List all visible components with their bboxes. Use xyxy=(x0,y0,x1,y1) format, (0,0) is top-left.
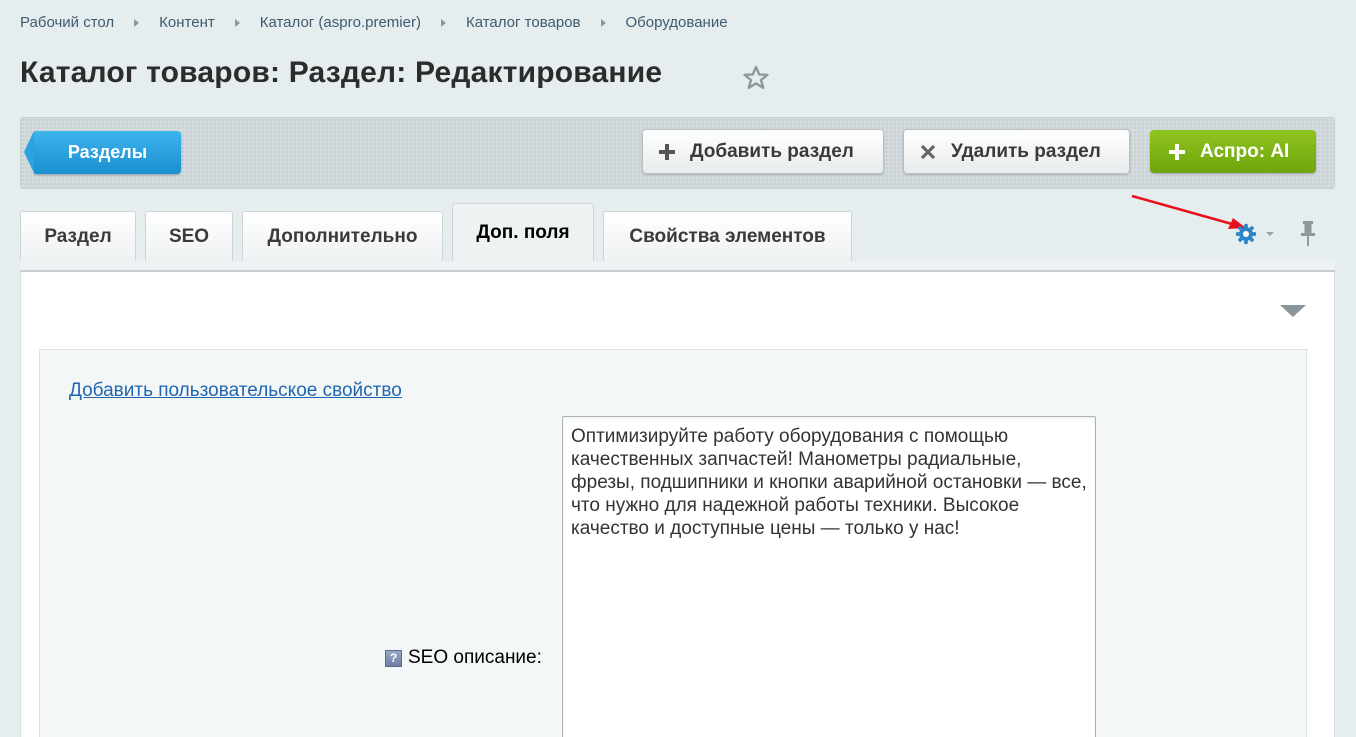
sections-button-label: Разделы xyxy=(67,142,148,162)
seo-description-label: ? SEO описание: xyxy=(385,647,542,669)
seo-description-textarea[interactable]: Оптимизируйте работу оборудования с помо… xyxy=(562,416,1096,737)
tab-section[interactable]: Раздел xyxy=(20,211,136,262)
delete-section-label: Удалить раздел xyxy=(951,140,1101,162)
breadcrumb-separator-icon xyxy=(600,18,606,27)
star-icon[interactable] xyxy=(742,64,770,92)
breadcrumb-item-equipment[interactable]: Оборудование xyxy=(626,14,728,31)
tab-label: Доп. поля xyxy=(476,222,570,243)
tab-element-properties[interactable]: Свойства элементов xyxy=(603,211,852,262)
delete-section-button[interactable]: Удалить раздел xyxy=(903,129,1130,174)
breadcrumb-separator-icon xyxy=(234,18,240,27)
page-title: Каталог товаров: Раздел: Редактирование xyxy=(20,56,663,89)
breadcrumb-item-content[interactable]: Контент xyxy=(159,14,215,31)
pin-icon[interactable] xyxy=(1298,220,1318,248)
tab-content-top xyxy=(20,261,1335,272)
plus-icon xyxy=(659,143,675,160)
seo-description-label-text: SEO описание: xyxy=(408,647,542,668)
help-icon[interactable]: ? xyxy=(385,649,402,667)
breadcrumb: Рабочий стол Контент Каталог (aspro.prem… xyxy=(20,14,728,31)
tab-label: Раздел xyxy=(44,226,112,247)
breadcrumb-item-catalog[interactable]: Каталог (aspro.premier) xyxy=(260,14,421,31)
tab-label: SEO xyxy=(168,226,210,247)
plus-icon xyxy=(1169,143,1185,160)
tab-additional[interactable]: Дополнительно xyxy=(242,211,443,262)
tab-extra-fields[interactable]: Доп. поля xyxy=(452,203,594,262)
sections-button[interactable]: Разделы xyxy=(24,131,181,174)
aspro-ai-button[interactable]: Аспро: AI xyxy=(1150,130,1316,173)
annotation-arrow-icon xyxy=(1131,194,1246,229)
tab-seo[interactable]: SEO xyxy=(145,211,233,262)
gear-icon[interactable] xyxy=(1235,223,1257,245)
breadcrumb-item-products-catalog[interactable]: Каталог товаров xyxy=(466,14,581,31)
add-user-property-link[interactable]: Добавить пользовательское свойство xyxy=(69,380,402,402)
add-section-button[interactable]: Добавить раздел xyxy=(642,129,884,174)
chevron-down-icon[interactable] xyxy=(1266,232,1274,236)
tab-label: Дополнительно xyxy=(267,226,418,247)
tab-label: Свойства элементов xyxy=(629,226,826,247)
aspro-ai-label: Аспро: AI xyxy=(1200,140,1290,162)
breadcrumb-separator-icon xyxy=(440,18,446,27)
chevron-down-icon[interactable] xyxy=(1280,305,1306,317)
close-icon xyxy=(920,144,936,159)
breadcrumb-item-desktop[interactable]: Рабочий стол xyxy=(20,14,114,31)
add-section-label: Добавить раздел xyxy=(690,140,854,162)
breadcrumb-separator-icon xyxy=(134,18,140,27)
